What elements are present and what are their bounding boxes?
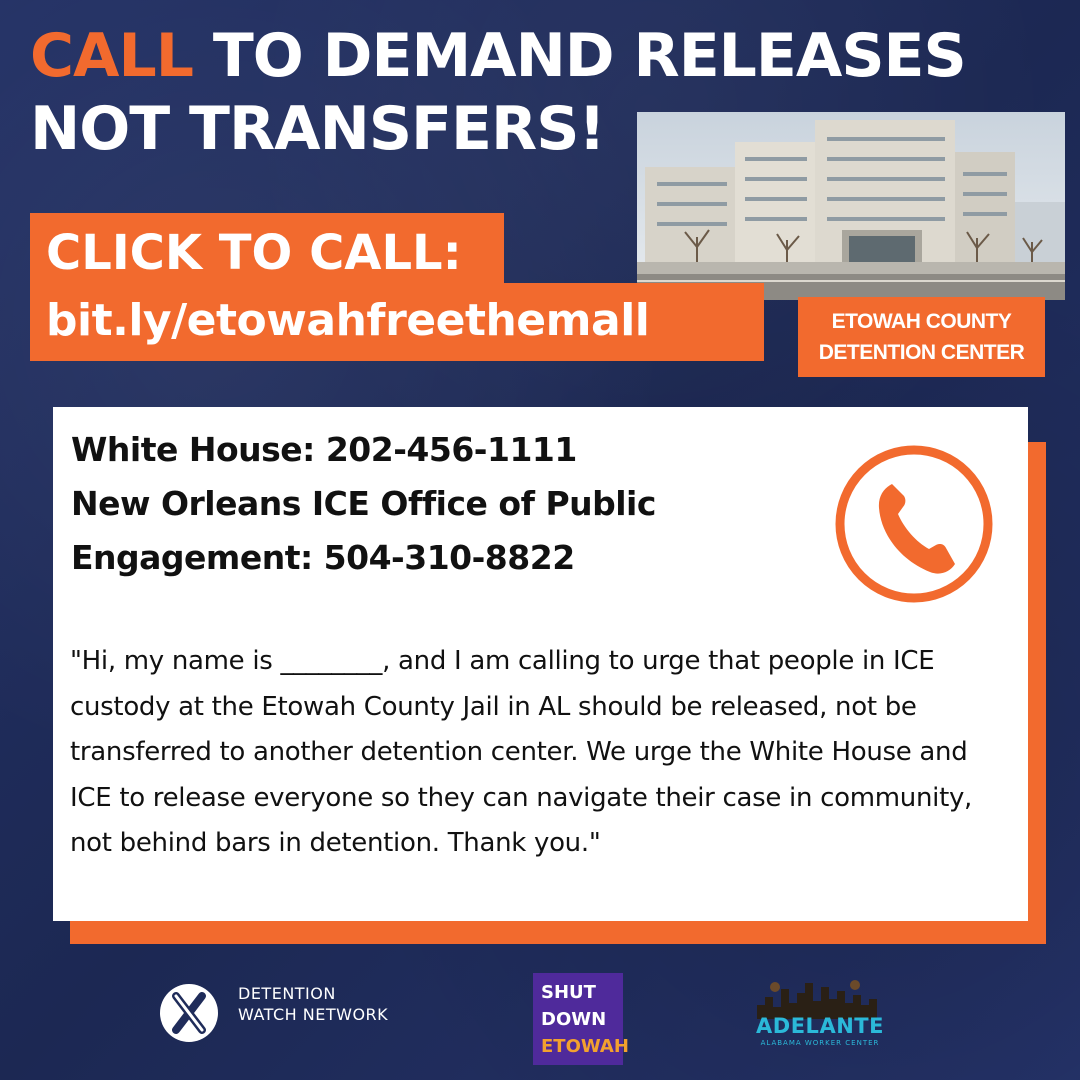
sde-line-1: SHUT bbox=[541, 982, 596, 1003]
photo-caption-line-1: ETOWAH COUNTY bbox=[831, 310, 1012, 333]
headline-line-1: CALL TO DEMAND RELEASES bbox=[30, 20, 1060, 93]
shut-down-etowah-logo: SHUT DOWN ETOWAH bbox=[533, 973, 629, 1065]
phone-icon bbox=[835, 445, 993, 603]
detention-center-photo bbox=[637, 112, 1065, 300]
photo-caption-line-2: DETENTION CENTER bbox=[818, 341, 1025, 364]
sde-line-2: DOWN bbox=[541, 1009, 607, 1030]
call-script-text: "Hi, my name is ________, and I am calli… bbox=[70, 646, 973, 858]
dwn-wordmark: DETENTION WATCH NETWORK bbox=[238, 983, 388, 1025]
dwn-emblem-icon bbox=[160, 984, 218, 1042]
headline-accent: CALL bbox=[30, 21, 194, 91]
call-script-card: White House: 202-456-1111 New Orleans IC… bbox=[53, 407, 1028, 921]
adelante-subtitle: ALABAMA WORKER CENTER bbox=[760, 1039, 880, 1047]
call-link[interactable]: bit.ly/etowahfreethemall bbox=[30, 283, 764, 361]
dwn-line-2: WATCH NETWORK bbox=[238, 1005, 389, 1024]
sde-line-3: ETOWAH bbox=[541, 1036, 629, 1057]
adelante-title: ADELANTE bbox=[756, 1014, 884, 1038]
adelante-logo: ADELANTE ALABAMA WORKER CENTER bbox=[755, 975, 885, 1060]
headline-line-1-rest: TO DEMAND RELEASES bbox=[192, 21, 967, 91]
detention-watch-network-logo: DETENTION WATCH NETWORK bbox=[158, 980, 418, 1050]
dwn-line-1: DETENTION bbox=[238, 984, 336, 1003]
building-illustration bbox=[637, 112, 1065, 300]
click-to-call-label: CLICK TO CALL: bbox=[30, 213, 504, 293]
photo-caption: ETOWAH COUNTY DETENTION CENTER bbox=[798, 297, 1045, 377]
